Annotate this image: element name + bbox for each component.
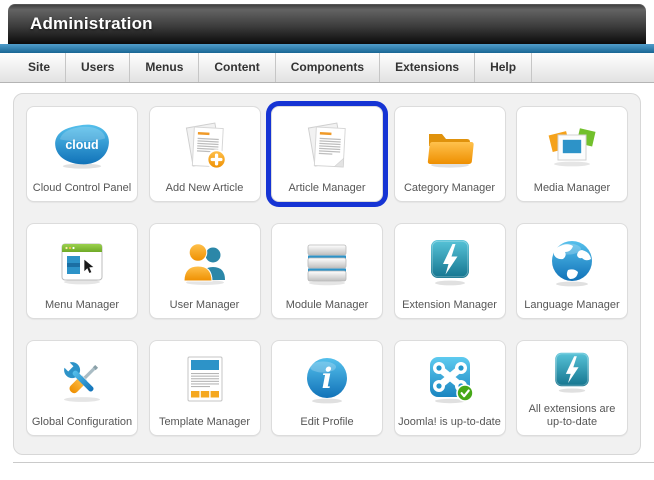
tile-cloud-control-panel[interactable]: cloud Cloud Control Panel (26, 106, 138, 202)
footer-divider (13, 462, 654, 463)
tile-module-manager[interactable]: Module Manager (271, 223, 383, 319)
folder-icon (422, 110, 478, 182)
tile-edit-profile[interactable]: i Edit Profile (271, 340, 383, 436)
tile-label: Joomla! is up-to-date (398, 416, 501, 429)
tile-add-new-article[interactable]: Add New Article (148, 106, 261, 202)
joomla-check-icon (422, 344, 478, 416)
users-icon (177, 227, 233, 299)
article-icon (299, 110, 355, 182)
tile-article-manager[interactable]: Article Manager (271, 106, 383, 202)
quick-icons-panel: cloud Cloud Control Panel Add New Articl… (13, 93, 641, 455)
tile-category-manager[interactable]: Category Manager (393, 106, 506, 202)
menu-item-components[interactable]: Components (276, 53, 381, 82)
tools-icon (54, 344, 110, 416)
tile-label: Template Manager (158, 416, 251, 429)
info-icon: i (299, 344, 355, 416)
tile-label: Module Manager (285, 299, 369, 312)
tile-label: Cloud Control Panel (32, 182, 132, 195)
media-icon (544, 110, 600, 182)
tile-label: Extension Manager (402, 299, 497, 312)
tile-joomla-up-to-date[interactable]: Joomla! is up-to-date (393, 340, 506, 436)
tile-extension-manager[interactable]: Extension Manager (393, 223, 506, 319)
page-title: Administration (30, 14, 153, 33)
tile-media-manager[interactable]: Media Manager (516, 106, 628, 202)
tile-label: Language Manager (524, 299, 620, 312)
tile-menu-manager[interactable]: Menu Manager (26, 223, 138, 319)
menu-item-extensions[interactable]: Extensions (380, 53, 476, 82)
tile-label: User Manager (169, 299, 240, 312)
tile-label: Article Manager (288, 182, 366, 195)
tile-language-manager[interactable]: Language Manager (516, 223, 628, 319)
control-panel-area: cloud Cloud Control Panel Add New Articl… (0, 83, 654, 463)
menu-item-content[interactable]: Content (199, 53, 276, 82)
accent-stripe (0, 44, 654, 53)
tile-label: Category Manager (403, 182, 496, 195)
tile-global-configuration[interactable]: Global Configuration (26, 340, 138, 436)
tile-label: Menu Manager (45, 299, 119, 312)
menu-item-site[interactable]: Site (13, 53, 67, 82)
tile-all-extensions-up-to-date[interactable]: All extensions are up-to-date (516, 340, 628, 436)
tile-label: Media Manager (533, 182, 611, 195)
lightning-icon (547, 344, 597, 403)
globe-icon (544, 227, 600, 299)
menu-item-menus[interactable]: Menus (130, 53, 200, 82)
tile-user-manager[interactable]: User Manager (148, 223, 261, 319)
modules-icon (299, 227, 355, 299)
lightning-icon (422, 227, 478, 299)
tile-label: All extensions are up-to-date (528, 402, 616, 429)
menu-item-users[interactable]: Users (66, 53, 131, 82)
menu-window-icon (54, 227, 110, 299)
svg-text:cloud: cloud (65, 138, 98, 152)
tile-label: Global Configuration (31, 416, 133, 429)
cloud-icon: cloud (51, 110, 113, 182)
admin-title-bar: Administration (8, 4, 646, 44)
svg-text:i: i (322, 362, 333, 395)
template-icon (177, 344, 233, 416)
tile-label: Edit Profile (300, 416, 354, 429)
tile-label: Add New Article (165, 182, 244, 195)
add-article-icon (177, 110, 233, 182)
tile-template-manager[interactable]: Template Manager (148, 340, 261, 436)
admin-menubar: Site Users Menus Content Components Exte… (0, 53, 654, 83)
menu-item-help[interactable]: Help (475, 53, 533, 82)
